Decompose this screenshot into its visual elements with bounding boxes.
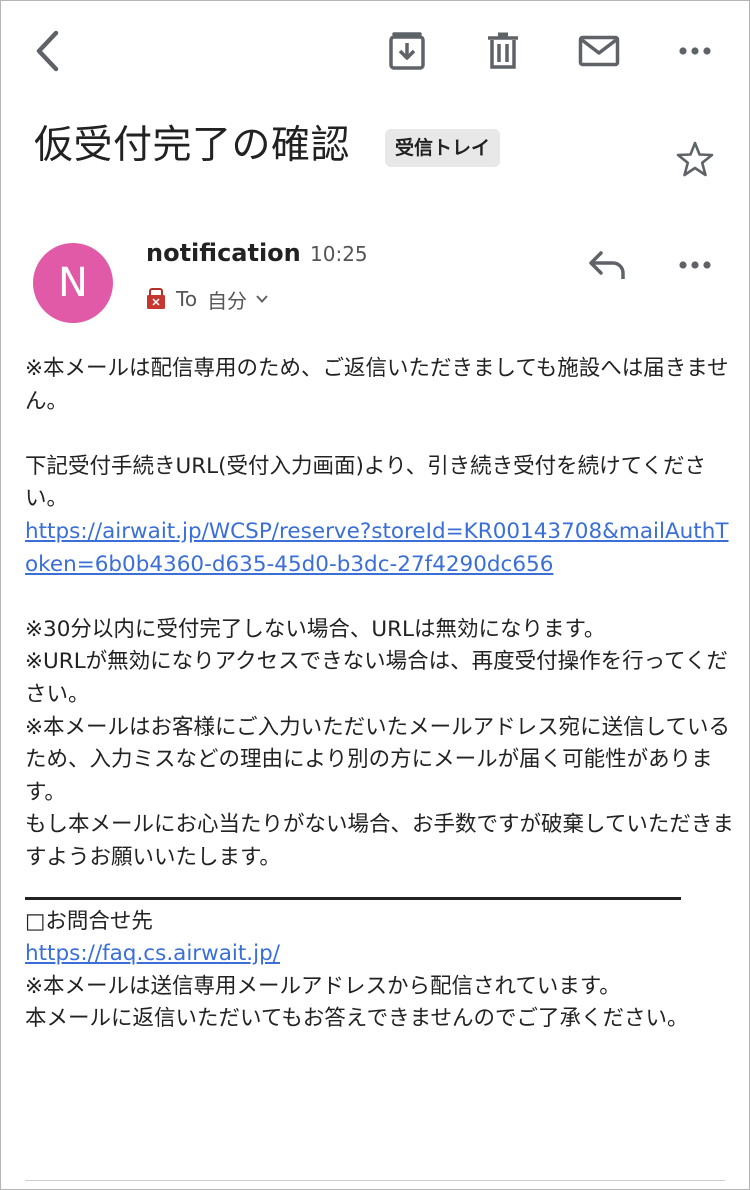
body-paragraph: もし本メールにお心当たりがない場合、お手数ですが破棄していただきますようお願いい… <box>25 812 734 870</box>
inbox-label-badge[interactable]: 受信トレイ <box>385 129 501 167</box>
body-paragraph: ※URLが無効になりアクセスできない場合は、再度受付操作を行ってください。 <box>25 649 728 707</box>
recipients-toggle[interactable]: To 自分 <box>146 283 269 315</box>
back-button[interactable] <box>25 25 69 77</box>
archive-button[interactable] <box>385 29 429 73</box>
body-paragraph: ※本メールはお客様にご入力いただいたメールアドレス宛に送信しているため、入力ミス… <box>25 714 730 805</box>
body-paragraph: 本メールに返信いただいてもお答えできませんのでご了承ください。 <box>25 1006 689 1032</box>
email-body: ※本メールは配信専用のため、ご返信いただきましても施設へは届きません。 下記受付… <box>25 353 737 1036</box>
divider <box>25 896 681 900</box>
sender-name[interactable]: notification <box>146 237 301 269</box>
sender-avatar[interactable]: N <box>33 243 113 323</box>
star-icon <box>676 141 714 177</box>
reply-button[interactable] <box>585 245 629 285</box>
faq-link[interactable]: https://faq.cs.airwait.jp/ <box>25 941 280 966</box>
message-time: 10:25 <box>310 242 368 266</box>
back-icon <box>36 30 59 72</box>
more-icon <box>679 261 711 269</box>
reserve-link[interactable]: https://airwait.jp/WCSP/reserve?storeId=… <box>25 519 728 577</box>
archive-icon <box>389 32 425 70</box>
body-paragraph: ※本メールは送信専用メールアドレスから配信されています。 <box>25 973 621 999</box>
reply-icon <box>589 251 625 279</box>
important-label-icon <box>147 288 165 309</box>
to-label: To <box>176 287 198 311</box>
email-subject: 仮受付完了の確認 <box>34 123 351 168</box>
trash-icon <box>488 32 518 69</box>
message-more-button[interactable] <box>673 245 717 285</box>
more-icon <box>679 47 711 55</box>
more-options-button[interactable] <box>673 31 717 71</box>
mail-icon <box>578 35 620 67</box>
contact-title: □お問合せ先 <box>25 908 153 934</box>
footer-divider <box>25 1180 725 1181</box>
chevron-down-icon <box>256 295 268 303</box>
body-paragraph: ※本メールは配信専用のため、ご返信いただきましても施設へは届きません。 <box>25 356 729 414</box>
mark-unread-button[interactable] <box>575 29 623 73</box>
body-paragraph: ※30分以内に受付完了しない場合、URLは無効になります。 <box>25 616 606 642</box>
star-button[interactable] <box>673 137 717 181</box>
delete-button[interactable] <box>481 29 525 73</box>
body-paragraph: 下記受付手続きURL(受付入力画面)より、引き続き受付を続けてください。 <box>25 453 706 512</box>
recipient-name: 自分 <box>207 288 248 313</box>
